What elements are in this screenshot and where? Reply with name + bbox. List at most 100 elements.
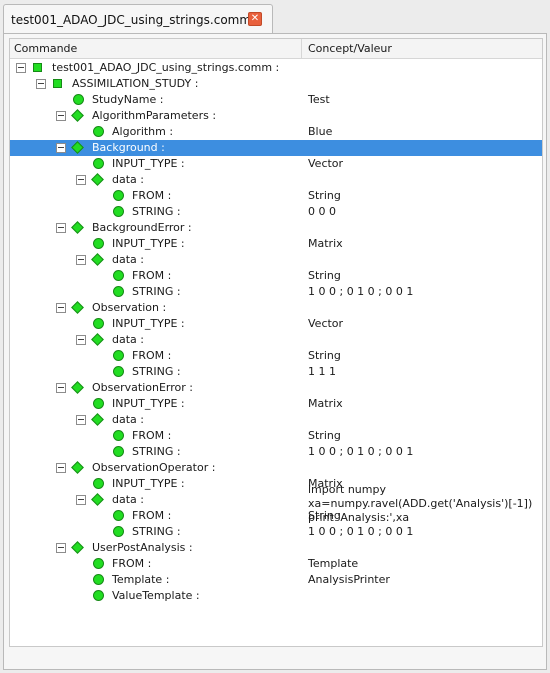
collapse-toggle-icon[interactable] — [56, 143, 66, 153]
tree-row[interactable]: Algorithm : Blue — [10, 124, 542, 140]
collapse-toggle-icon[interactable] — [16, 63, 26, 73]
node-value: Matrix — [308, 397, 343, 410]
node-label: FROM : — [112, 557, 152, 570]
circle-icon — [93, 158, 104, 169]
tree-row[interactable]: ObservationOperator : — [10, 460, 542, 476]
tab-title: test001_ADAO_JDC_using_strings.comm — [11, 12, 252, 27]
tree-row[interactable]: UserPostAnalysis : — [10, 540, 542, 556]
node-label: Template : — [112, 573, 170, 586]
tree-row[interactable]: data : — [10, 252, 542, 268]
value-template-text: import numpy xa=numpy.ravel(ADD.get('Ana… — [308, 483, 533, 524]
tree-row[interactable]: Background : — [10, 140, 542, 156]
node-label: data : — [112, 173, 144, 186]
collapse-toggle-icon[interactable] — [56, 223, 66, 233]
tree-row[interactable]: INPUT_TYPE : Matrix — [10, 236, 542, 252]
node-value: Template — [308, 557, 359, 570]
circle-icon — [93, 558, 104, 569]
circle-icon — [93, 126, 104, 137]
collapse-toggle-icon[interactable] — [56, 383, 66, 393]
tree-row[interactable]: AlgorithmParameters : — [10, 108, 542, 124]
header-commande[interactable]: Commande — [10, 39, 302, 59]
node-label: data : — [112, 253, 144, 266]
circle-icon — [113, 190, 124, 201]
node-label: INPUT_TYPE : — [112, 237, 185, 250]
node-label: StudyName : — [92, 93, 164, 106]
tree-row[interactable]: BackgroundError : — [10, 220, 542, 236]
tree-row[interactable]: INPUT_TYPE : Vector — [10, 156, 542, 172]
node-label: ObservationError : — [92, 381, 193, 394]
tree-row[interactable]: FROM : String — [10, 188, 542, 204]
node-value: 1 0 0 ; 0 1 0 ; 0 0 1 — [308, 285, 414, 298]
collapse-toggle-icon[interactable] — [56, 543, 66, 553]
tree-row[interactable]: data : — [10, 172, 542, 188]
node-label: FROM : — [132, 509, 172, 522]
tree-row[interactable]: FROM : String — [10, 428, 542, 444]
tree-row[interactable]: ObservationError : — [10, 380, 542, 396]
node-value: Matrix — [308, 237, 343, 250]
node-label: data : — [112, 413, 144, 426]
node-label: STRING : — [132, 285, 181, 298]
diamond-icon — [91, 493, 104, 506]
collapse-toggle-icon[interactable] — [56, 463, 66, 473]
node-value: Vector — [308, 157, 344, 170]
circle-icon — [93, 590, 104, 601]
diamond-icon — [91, 173, 104, 186]
tree-header: Commande Concept/Valeur — [10, 39, 542, 59]
tree-row[interactable]: STRING : 1 0 0 ; 0 1 0 ; 0 0 1 — [10, 524, 542, 540]
node-label: FROM : — [132, 189, 172, 202]
tree-row[interactable]: STRING : 1 0 0 ; 0 1 0 ; 0 0 1 — [10, 444, 542, 460]
node-label: Algorithm : — [112, 125, 174, 138]
tree-row[interactable]: Observation : — [10, 300, 542, 316]
collapse-toggle-icon[interactable] — [76, 415, 86, 425]
header-concept-valeur[interactable]: Concept/Valeur — [302, 39, 542, 59]
circle-icon — [113, 526, 124, 537]
node-value: Vector — [308, 317, 344, 330]
node-label: FROM : — [132, 269, 172, 282]
circle-icon — [113, 270, 124, 281]
tree-row[interactable]: data : — [10, 412, 542, 428]
node-value: 0 0 0 — [308, 205, 336, 218]
node-label: INPUT_TYPE : — [112, 317, 185, 330]
collapse-toggle-icon[interactable] — [56, 111, 66, 121]
tree-row[interactable]: INPUT_TYPE : Vector — [10, 316, 542, 332]
diamond-icon — [91, 413, 104, 426]
tree-row[interactable]: STRING : 1 0 0 ; 0 1 0 ; 0 0 1 — [10, 284, 542, 300]
node-label: test001_ADAO_JDC_using_strings.comm : — [52, 61, 280, 74]
editor-frame: Commande Concept/Valeur test001_ADAO_JDC… — [3, 33, 547, 670]
tree-row[interactable]: data : — [10, 332, 542, 348]
tree-row[interactable]: FROM : Template — [10, 556, 542, 572]
circle-icon — [93, 574, 104, 585]
tree-row[interactable]: STRING : 1 1 1 — [10, 364, 542, 380]
tab-bar: test001_ADAO_JDC_using_strings.comm ✕ — [0, 0, 550, 34]
tree-row[interactable]: Template : AnalysisPrinter — [10, 572, 542, 588]
collapse-toggle-icon[interactable] — [56, 303, 66, 313]
circle-icon — [73, 94, 84, 105]
circle-icon — [113, 510, 124, 521]
tree-row[interactable]: ASSIMILATION_STUDY : — [10, 76, 542, 92]
collapse-toggle-icon[interactable] — [76, 335, 86, 345]
tree-row[interactable]: FROM : String — [10, 348, 542, 364]
collapse-toggle-icon[interactable] — [76, 495, 86, 505]
collapse-toggle-icon[interactable] — [36, 79, 46, 89]
diamond-icon — [71, 461, 84, 474]
node-label: STRING : — [132, 365, 181, 378]
collapse-toggle-icon[interactable] — [76, 255, 86, 265]
circle-icon — [113, 206, 124, 217]
diamond-icon — [71, 109, 84, 122]
collapse-toggle-icon[interactable] — [76, 175, 86, 185]
node-label: FROM : — [132, 349, 172, 362]
tree-row[interactable]: FROM : String — [10, 268, 542, 284]
command-tree[interactable]: Commande Concept/Valeur test001_ADAO_JDC… — [9, 38, 543, 647]
tree-row[interactable]: ValueTemplate : — [10, 588, 542, 604]
node-label: STRING : — [132, 205, 181, 218]
tree-row[interactable]: INPUT_TYPE : Matrix — [10, 396, 542, 412]
tree-row[interactable]: STRING : 0 0 0 — [10, 204, 542, 220]
node-label: Background : — [92, 141, 165, 154]
node-label: Observation : — [92, 301, 167, 314]
node-label: ObservationOperator : — [92, 461, 216, 474]
tree-row[interactable]: StudyName : Test — [10, 92, 542, 108]
tree-row[interactable]: test001_ADAO_JDC_using_strings.comm : — [10, 60, 542, 76]
tab-document[interactable]: test001_ADAO_JDC_using_strings.comm ✕ — [3, 4, 273, 34]
close-icon[interactable]: ✕ — [248, 12, 262, 26]
node-value: Test — [308, 93, 330, 106]
